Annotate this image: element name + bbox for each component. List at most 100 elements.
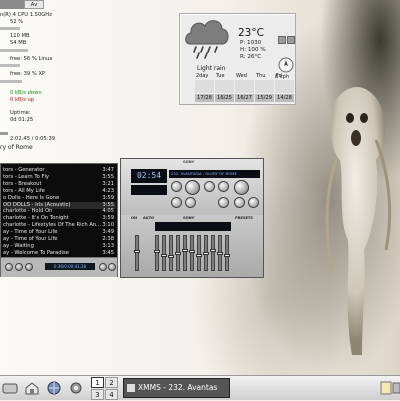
playlist-row[interactable]: ay - Welcome To Paradise 3:45: [3, 250, 116, 257]
eq-band-thumb[interactable]: [203, 252, 209, 255]
cpu-bar: [0, 27, 20, 30]
eq-band-slider[interactable]: [175, 235, 181, 271]
xmms-main-window: SONY 02:54 232. AVANTASIA - GLORY OF ROM…: [120, 158, 264, 278]
weather-widget: 23°C P: 1030 H: 100 % R: 26°C Light rain…: [179, 13, 296, 105]
desktop-1-button[interactable]: 1: [91, 377, 104, 388]
forecast-day-name: Tue: [216, 73, 225, 79]
eq-band-slider[interactable]: [210, 235, 216, 271]
disk-xp: free: 39 % XP: [10, 71, 46, 77]
eq-band-thumb[interactable]: [224, 254, 230, 257]
eq-presets-button[interactable]: PRESETS: [235, 216, 253, 220]
forecast-day-temps: 15/29: [255, 94, 274, 102]
play-button[interactable]: [185, 180, 200, 195]
eq-band-slider[interactable]: [182, 235, 188, 271]
eq-band-thumb[interactable]: [182, 249, 188, 252]
weather-stats: P: 1030 H: 100 % R: 26°C: [240, 40, 266, 62]
weather-toolbar: [277, 29, 295, 48]
disk-xp-bar: [0, 80, 22, 83]
next-button[interactable]: [171, 197, 182, 208]
eq-band-slider[interactable]: [196, 235, 202, 271]
playlist-list-button[interactable]: [108, 263, 116, 271]
browser-icon[interactable]: [46, 380, 62, 396]
track-time: 2:02:45 / 0:05:39: [10, 136, 56, 142]
playlist-misc-button[interactable]: [99, 263, 107, 271]
eq-auto-button[interactable]: AUTO: [143, 216, 154, 220]
wind-compass-icon: [278, 57, 294, 73]
settings-gear-icon[interactable]: [68, 380, 84, 396]
weather-humidity: H: 100 %: [240, 47, 266, 54]
rain-cloud-icon: [185, 20, 229, 59]
weather-temperature: 23°C: [238, 27, 264, 39]
eq-band-slider[interactable]: [203, 235, 209, 271]
forecast-day: Tue 16/25: [215, 73, 234, 103]
task-title: XMMS - 232. Avantas: [138, 383, 218, 392]
net-up: 0 kB/s up: [10, 97, 35, 103]
balance-knob[interactable]: [248, 197, 259, 208]
refresh-icon[interactable]: [278, 36, 286, 44]
eq-band-slider[interactable]: [217, 235, 223, 271]
eq-preamp-thumb[interactable]: [134, 250, 140, 253]
eq-on-button[interactable]: ON: [131, 216, 137, 220]
net-down: 0 kB/s down: [10, 90, 42, 96]
eq-band-thumb[interactable]: [217, 252, 223, 255]
forecast-day-temps: 14/28: [275, 94, 294, 102]
settings-icon[interactable]: [287, 36, 295, 44]
eq-band-slider[interactable]: [224, 235, 230, 271]
desktop-4-button[interactable]: 4: [105, 389, 118, 400]
shuffle-button[interactable]: [218, 197, 229, 208]
eq-band-thumb[interactable]: [168, 255, 174, 258]
pause-button[interactable]: [204, 181, 215, 192]
xmms-playlist-window: tors - Generator 3:47 tors - Learn To Fly 3…: [0, 163, 118, 277]
repeat-button[interactable]: [234, 197, 245, 208]
home-folder-icon[interactable]: [24, 380, 40, 396]
eq-band-thumb[interactable]: [154, 250, 160, 253]
forecast-day-name: Fri: [276, 73, 282, 79]
start-menu-icon[interactable]: [2, 380, 18, 396]
playlist-time-display: 0:36/0:00:41:28: [45, 263, 95, 270]
track-name: ry of Rome: [0, 144, 33, 151]
eq-band-thumb[interactable]: [189, 250, 195, 253]
mem-total: 110 MB: [10, 33, 30, 39]
forecast-day-temps: 16/25: [215, 94, 234, 102]
desktop-3-button[interactable]: 3: [91, 389, 104, 400]
mem-bar: [0, 49, 28, 52]
eq-band-thumb[interactable]: [161, 254, 167, 257]
playlist-remove-button[interactable]: [15, 263, 23, 271]
sysmon-header-block: [0, 0, 24, 9]
taskbar: 1 2 3 4 XMMS - 232. Avantas: [0, 375, 400, 400]
eq-band-slider[interactable]: [189, 235, 195, 271]
disk-linux-bar: [0, 64, 20, 67]
xmms-player-panel: SONY 02:54 232. AVANTASIA - GLORY OF ROM…: [121, 159, 263, 214]
eq-band-slider[interactable]: [154, 235, 160, 271]
tray-clock-icon[interactable]: [392, 380, 400, 396]
rain-icon: [195, 80, 214, 93]
weather-realfeel: R: 26°C: [240, 54, 262, 61]
desktop-2-button[interactable]: 2: [105, 377, 118, 388]
eq-band-slider[interactable]: [161, 235, 167, 271]
rain-icon: [235, 80, 254, 93]
previous-button[interactable]: [171, 181, 182, 192]
forecast-day: Fri 14/28: [275, 73, 294, 103]
playlist-add-button[interactable]: [5, 263, 13, 271]
forecast-day-temps: 16/27: [235, 94, 254, 102]
stop-button[interactable]: [218, 181, 229, 192]
weather-condition: Light rain: [197, 65, 226, 72]
eq-preamp-slider[interactable]: [134, 235, 140, 271]
forecast-day-name: 2day: [196, 73, 209, 79]
forecast-day: Wed 16/27: [235, 73, 254, 103]
eq-band-thumb[interactable]: [196, 254, 202, 257]
rain-icon: [215, 80, 234, 93]
eq-band-thumb[interactable]: [175, 252, 181, 255]
eq-band-slider[interactable]: [168, 235, 174, 271]
forecast-day-name: Wed: [236, 73, 247, 79]
rain-icon: [255, 80, 274, 93]
eq-band-thumb[interactable]: [210, 249, 216, 252]
playlist-select-button[interactable]: [25, 263, 33, 271]
task-button-xmms[interactable]: XMMS - 232. Avantas: [123, 378, 230, 398]
disk-linux: free: 56 % Linux: [10, 56, 53, 62]
sysmon-tab[interactable]: Av: [24, 0, 44, 9]
eject-button[interactable]: [185, 197, 196, 208]
playlist-row-duration: 3:45: [102, 249, 114, 256]
volume-knob[interactable]: [234, 180, 249, 195]
eq-brand-logo: SONY: [183, 216, 195, 220]
